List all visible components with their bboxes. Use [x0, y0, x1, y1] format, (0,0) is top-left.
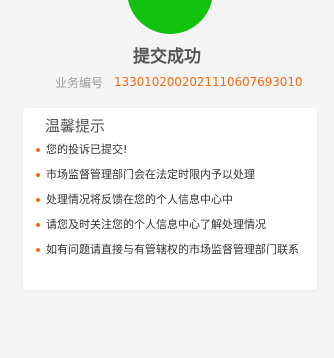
business-number-value: 1330102002021110607693010: [114, 75, 303, 89]
bullet-dot-icon: [36, 223, 40, 227]
business-number-label: 业务编号: [55, 75, 104, 90]
notice-item-text: 市场监督管理部门会在法定时限内予以处理: [46, 168, 255, 181]
notice-item: 您的投诉已提交!: [23, 142, 317, 158]
notice-item-text: 如有问题请直接与有管辖权的市场监督管理部门联系: [46, 243, 299, 256]
notice-item: 如有问题请直接与有管辖权的市场监督管理部门联系: [23, 242, 317, 258]
notice-item-text: 处理情况将反馈在您的个人信息中心中: [46, 193, 233, 206]
bullet-dot-icon: [36, 248, 40, 252]
notice-title: 温馨提示: [45, 117, 106, 135]
notice-item: 处理情况将反馈在您的个人信息中心中: [23, 192, 317, 208]
notice-item-text: 您的投诉已提交!: [46, 143, 128, 156]
page-title: 提交成功: [133, 47, 201, 67]
bullet-dot-icon: [36, 198, 40, 202]
success-status-icon: [127, 0, 213, 34]
notice-item-text: 请您及时关注您的个人信息中心了解处理情况: [46, 218, 266, 231]
notice-item: 请您及时关注您的个人信息中心了解处理情况: [23, 217, 317, 233]
bullet-dot-icon: [36, 173, 40, 177]
bullet-dot-icon: [36, 148, 40, 152]
notice-list: 您的投诉已提交! 市场监督管理部门会在法定时限内予以处理 处理情况将反馈在您的个…: [23, 142, 317, 267]
notice-card: 温馨提示 您的投诉已提交! 市场监督管理部门会在法定时限内予以处理 处理情况将反…: [23, 108, 317, 290]
business-number-row: 业务编号 1330102002021110607693010: [55, 72, 302, 92]
notice-item: 市场监督管理部门会在法定时限内予以处理: [23, 167, 317, 183]
